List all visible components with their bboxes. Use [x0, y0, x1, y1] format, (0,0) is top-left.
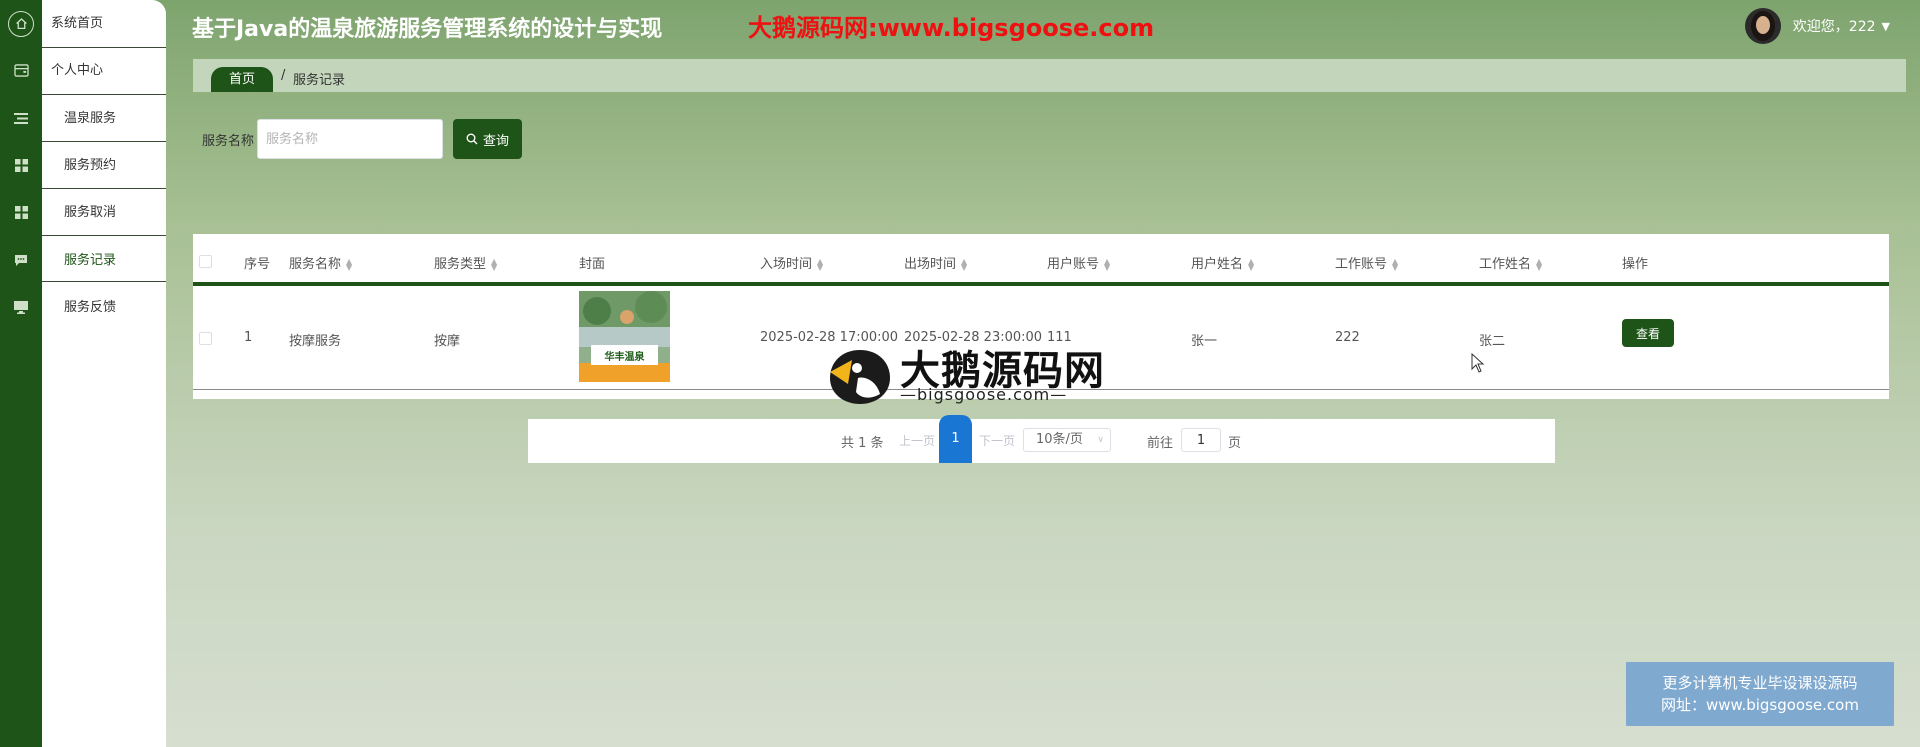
page-unit-label: 页	[1228, 436, 1242, 451]
user-menu[interactable]: 欢迎您，222 ▼	[1744, 8, 1890, 44]
sidebar-item-service-booking[interactable]: 服务预约	[0, 142, 166, 189]
prev-page-button[interactable]: 上一页	[899, 432, 935, 449]
chat-icon	[0, 237, 42, 284]
watermark-center: 大鹅源码网 —bigsgoose.com—	[824, 338, 1104, 408]
sidebar-item-label: 系统首页	[51, 16, 104, 31]
sort-icon[interactable]: ▲ ▼	[491, 257, 497, 271]
column-header-user-account[interactable]: 用户账号 ▲ ▼	[1047, 253, 1110, 272]
next-page-button[interactable]: 下一页	[979, 432, 1015, 449]
wallet-icon	[0, 47, 42, 94]
column-header-service-name[interactable]: 服务名称 ▲ ▼	[289, 253, 352, 272]
search-button-label: 查询	[482, 132, 509, 148]
welcome-text: 欢迎您，222	[1792, 19, 1876, 35]
goose-logo-icon	[830, 350, 890, 404]
pagination-total: 共 1 条	[841, 436, 884, 451]
breadcrumb-current: 服务记录	[293, 73, 346, 88]
column-header-enter-time[interactable]: 入场时间 ▲ ▼	[760, 253, 823, 272]
column-header-user-name[interactable]: 用户姓名 ▲ ▼	[1191, 253, 1254, 272]
sort-icon[interactable]: ▲ ▼	[1392, 257, 1398, 271]
sidebar-divider	[42, 235, 166, 236]
sidebar-item-service-record[interactable]: 服务记录	[0, 237, 166, 284]
column-header-exit-time[interactable]: 出场时间 ▲ ▼	[904, 253, 967, 272]
avatar	[1744, 8, 1781, 44]
monitor-icon	[0, 284, 42, 331]
cell-service-name: 按摩服务	[289, 334, 342, 349]
column-header-work-account[interactable]: 工作账号 ▲ ▼	[1335, 253, 1398, 272]
cell-index: 1	[244, 330, 253, 345]
sidebar-item-label: 服务记录	[64, 253, 117, 268]
goto-page-input[interactable]	[1181, 428, 1221, 452]
mouse-cursor-icon	[1471, 353, 1485, 373]
cell-user-name: 张一	[1191, 334, 1218, 349]
grid-icon	[0, 142, 42, 189]
cell-service-type: 按摩	[434, 334, 461, 349]
column-header-index: 序号	[244, 257, 271, 272]
grid-icon	[0, 189, 42, 236]
cell-work-name: 张二	[1479, 334, 1506, 349]
column-header-service-type[interactable]: 服务类型 ▲ ▼	[434, 253, 497, 272]
sidebar-item-label: 温泉服务	[64, 111, 117, 126]
select-all-checkbox[interactable]	[199, 255, 212, 268]
search-label: 服务名称	[202, 134, 255, 149]
search-input[interactable]	[257, 119, 443, 159]
page-number-current[interactable]: 1	[939, 415, 972, 463]
search-icon	[466, 133, 478, 145]
sort-icon[interactable]: ▲ ▼	[1104, 257, 1110, 271]
sidebar-item-profile[interactable]: 个人中心	[0, 47, 166, 94]
table-header: 序号 服务名称 ▲ ▼ 服务类型 ▲ ▼ 封面 入场时间 ▲ ▼ 出场时间 ▲ ▼ 用户账号 ▲ ▼…	[193, 234, 1889, 283]
caret-down-icon: ▼	[1881, 19, 1890, 33]
sort-icon[interactable]: ▲ ▼	[346, 257, 352, 271]
sidebar-item-label: 服务预约	[64, 158, 117, 173]
cover-image[interactable]: 华丰温泉	[579, 291, 670, 382]
promo-line-1: 更多计算机专业毕设课设源码	[1662, 674, 1858, 692]
sidebar-item-service-cancel[interactable]: 服务取消	[0, 189, 166, 236]
sidebar-item-hotspring-service[interactable]: 温泉服务	[0, 95, 166, 142]
sidebar-divider	[42, 281, 166, 282]
column-header-work-name[interactable]: 工作姓名 ▲ ▼	[1479, 253, 1542, 272]
view-button[interactable]: 查看	[1622, 319, 1674, 347]
home-icon	[0, 0, 42, 47]
sort-icon[interactable]: ▲ ▼	[1248, 257, 1254, 271]
promo-line-2: 网址：www.bigsgoose.com	[1661, 696, 1859, 714]
search-button[interactable]: 查询	[453, 119, 522, 159]
promo-banner[interactable]: 更多计算机专业毕设课设源码 网址：www.bigsgoose.com	[1626, 662, 1894, 726]
row-checkbox[interactable]	[199, 332, 212, 345]
sidebar-item-label: 服务反馈	[64, 300, 117, 315]
chevron-down-icon: ∨	[1097, 435, 1104, 445]
breadcrumb-separator: /	[281, 68, 286, 83]
goto-label: 前往	[1147, 436, 1174, 451]
cell-work-account: 222	[1335, 330, 1360, 345]
list-icon	[0, 95, 42, 142]
watermark-top: 大鹅源码网:www.bigsgoose.com	[748, 14, 1155, 42]
page-size-select[interactable]: 10条/页 ∨	[1023, 428, 1111, 452]
sidebar-item-label: 服务取消	[64, 205, 117, 220]
column-header-action: 操作	[1622, 257, 1649, 272]
breadcrumb-home[interactable]: 首页	[211, 67, 273, 92]
sidebar-item-service-feedback[interactable]: 服务反馈	[0, 284, 166, 331]
cover-image-text: 华丰温泉	[604, 352, 645, 363]
sort-icon[interactable]: ▲ ▼	[817, 257, 823, 271]
watermark-url: —bigsgoose.com—	[900, 385, 1068, 404]
sidebar: 系统首页 个人中心 温泉服务 服务预约 服务取消 服务记录 服务反馈	[0, 0, 166, 747]
page-size-value: 10条/页	[1036, 432, 1083, 447]
sidebar-item-home[interactable]: 系统首页	[0, 0, 166, 47]
breadcrumb: 首页 / 服务记录	[193, 59, 1906, 92]
pagination: 共 1 条 上一页 1 下一页 10条/页 ∨ 前往 页	[528, 415, 1555, 463]
sort-icon[interactable]: ▲ ▼	[961, 257, 967, 271]
app-title: 基于Java的温泉旅游服务管理系统的设计与实现	[192, 17, 663, 42]
sidebar-item-label: 个人中心	[51, 63, 104, 78]
column-header-cover: 封面	[579, 257, 606, 272]
sort-icon[interactable]: ▲ ▼	[1536, 257, 1542, 271]
